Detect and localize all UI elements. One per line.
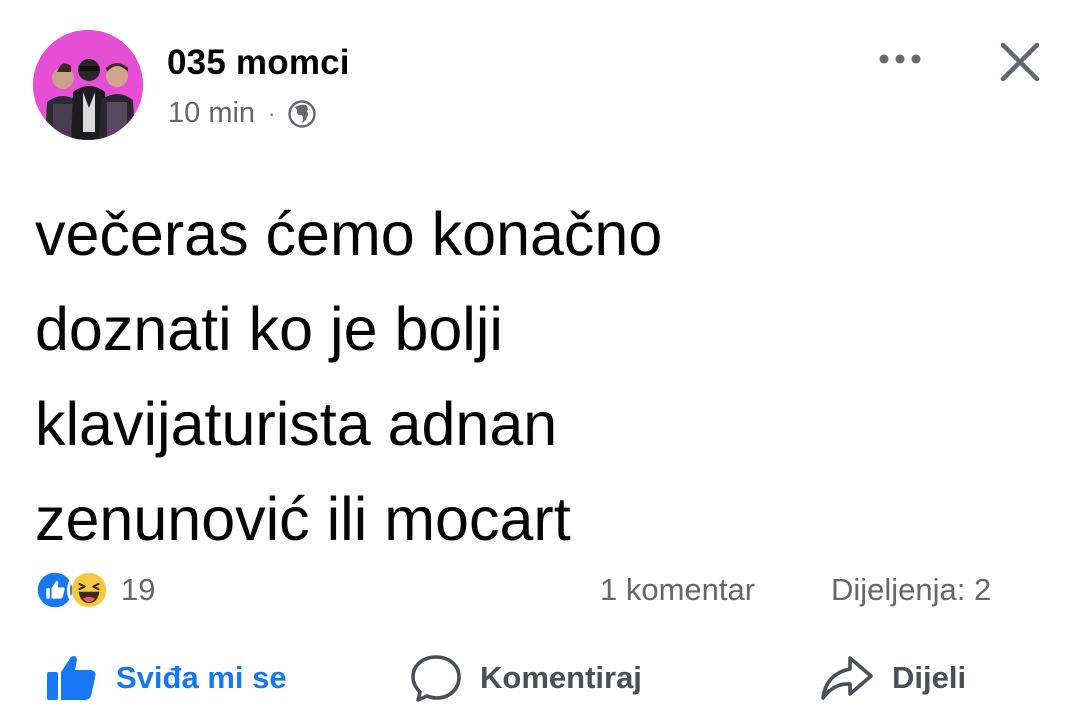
shares-count[interactable]: Dijeljenja: 2 bbox=[831, 572, 991, 608]
page-avatar[interactable] bbox=[33, 30, 143, 140]
comment-bubble-icon bbox=[411, 655, 461, 702]
page-name[interactable]: 035 momci bbox=[167, 43, 350, 83]
close-icon bbox=[1000, 42, 1040, 82]
thumbs-up-icon bbox=[47, 656, 96, 700]
more-horizontal-icon bbox=[879, 54, 921, 64]
reactions-summary[interactable]: 19 bbox=[33, 568, 155, 612]
like-button[interactable]: Sviđa mi se bbox=[44, 640, 287, 716]
share-label: Dijeli bbox=[892, 660, 967, 695]
reaction-count: 19 bbox=[121, 572, 156, 607]
share-arrow-icon bbox=[821, 656, 873, 700]
comment-button[interactable]: Komentiraj bbox=[408, 640, 642, 716]
post-time[interactable]: 10 min bbox=[168, 97, 255, 130]
facebook-post: 035 momci 10 min · večeras ćemo konačno … bbox=[0, 0, 1080, 728]
more-options-button[interactable] bbox=[872, 42, 928, 76]
close-button[interactable] bbox=[996, 38, 1044, 86]
post-text: večeras ćemo konačno doznati ko je bolji… bbox=[35, 200, 663, 553]
post-meta: 10 min · bbox=[168, 97, 317, 130]
meta-separator: · bbox=[268, 100, 276, 126]
action-bar: Sviđa mi se Komentiraj Dijeli bbox=[0, 640, 1080, 716]
haha-reaction-icon bbox=[67, 568, 111, 612]
comments-count[interactable]: 1 komentar bbox=[600, 572, 755, 608]
share-button[interactable]: Dijeli bbox=[818, 640, 966, 716]
like-label: Sviđa mi se bbox=[116, 660, 287, 695]
comment-label: Komentiraj bbox=[480, 660, 642, 695]
avatar-photo bbox=[33, 30, 143, 140]
globe-icon[interactable] bbox=[287, 99, 317, 129]
